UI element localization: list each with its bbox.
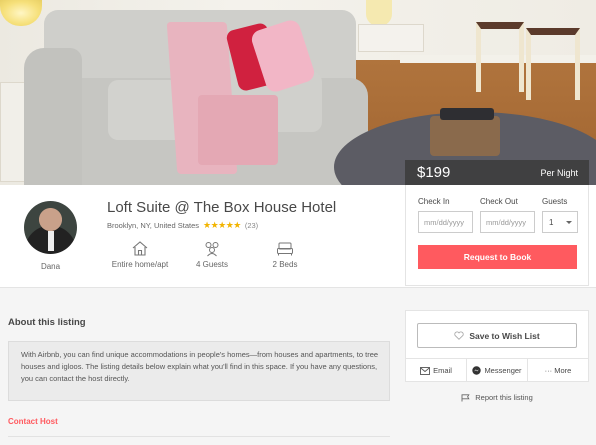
messenger-icon — [472, 366, 482, 375]
host-name[interactable]: Dana — [0, 262, 101, 271]
home-icon — [132, 241, 148, 256]
feature-room-type: Entire home/apt — [100, 240, 180, 269]
lower-section: About this listing With Airbnb, you can … — [0, 287, 596, 445]
checkout-label: Check Out — [480, 197, 518, 206]
share-email-button[interactable]: Email — [406, 359, 467, 382]
share-bar: Email Messenger ··· More — [406, 358, 588, 382]
listing-location[interactable]: Brooklyn, NY, United States — [107, 221, 199, 230]
share-more-button[interactable]: ··· More — [528, 359, 588, 382]
feature-label: 2 Beds — [272, 260, 298, 269]
nightly-price: $199 — [417, 164, 451, 181]
about-heading: About this listing — [8, 317, 86, 328]
price-unit: Per Night — [540, 167, 578, 178]
feature-beds: 2 Beds — [245, 240, 325, 269]
flag-icon — [461, 393, 470, 401]
listing-title: Loft Suite @ The Box House Hotel — [107, 199, 337, 216]
share-more-label: ··· More — [544, 366, 572, 375]
guests-label: Guests — [542, 197, 568, 206]
listing-summary: Dana Loft Suite @ The Box House Hotel Br… — [0, 185, 405, 286]
listing-location-row: Brooklyn, NY, United States ★★★★★ (23) — [107, 220, 258, 231]
checkout-input[interactable]: mm/dd/yyyy — [480, 211, 535, 233]
booking-panel: Check In Check Out Guests mm/dd/yyyy mm/… — [405, 185, 589, 286]
contact-host-link[interactable]: Contact Host — [8, 417, 58, 426]
share-email-label: Email — [433, 366, 452, 375]
bed-icon — [277, 242, 293, 256]
envelope-icon — [420, 366, 431, 375]
wishlist-panel: Save to Wish List Email Messenger ··· Mo… — [405, 310, 589, 382]
save-to-wishlist-button[interactable]: Save to Wish List — [417, 323, 577, 348]
feature-label: Entire home/apt — [111, 260, 169, 269]
guests-value: 1 — [549, 218, 554, 227]
chevron-down-icon — [566, 221, 572, 224]
host-avatar[interactable] — [24, 201, 77, 254]
guests-select[interactable]: 1 — [542, 211, 578, 233]
checkin-label: Check In — [418, 197, 450, 206]
guests-icon — [205, 242, 219, 257]
feature-guests: 4 Guests — [172, 240, 252, 269]
checkin-input[interactable]: mm/dd/yyyy — [418, 211, 473, 233]
about-description: With Airbnb, you can find unique accommo… — [8, 341, 390, 401]
rating-stars[interactable]: ★★★★★ — [203, 220, 241, 231]
report-listing-link[interactable]: Report this listing — [405, 393, 589, 402]
listing-photo — [0, 0, 596, 185]
heart-icon — [454, 331, 465, 340]
wishlist-label: Save to Wish List — [469, 330, 540, 341]
request-to-book-button[interactable]: Request to Book — [418, 245, 577, 269]
review-count[interactable]: (23) — [245, 221, 258, 230]
report-label: Report this listing — [475, 393, 533, 402]
share-messenger-button[interactable]: Messenger — [467, 359, 528, 382]
feature-label: 4 Guests — [195, 260, 228, 269]
share-messenger-label: Messenger — [484, 366, 522, 375]
divider — [8, 436, 390, 437]
price-bar: $199 Per Night — [405, 160, 589, 185]
